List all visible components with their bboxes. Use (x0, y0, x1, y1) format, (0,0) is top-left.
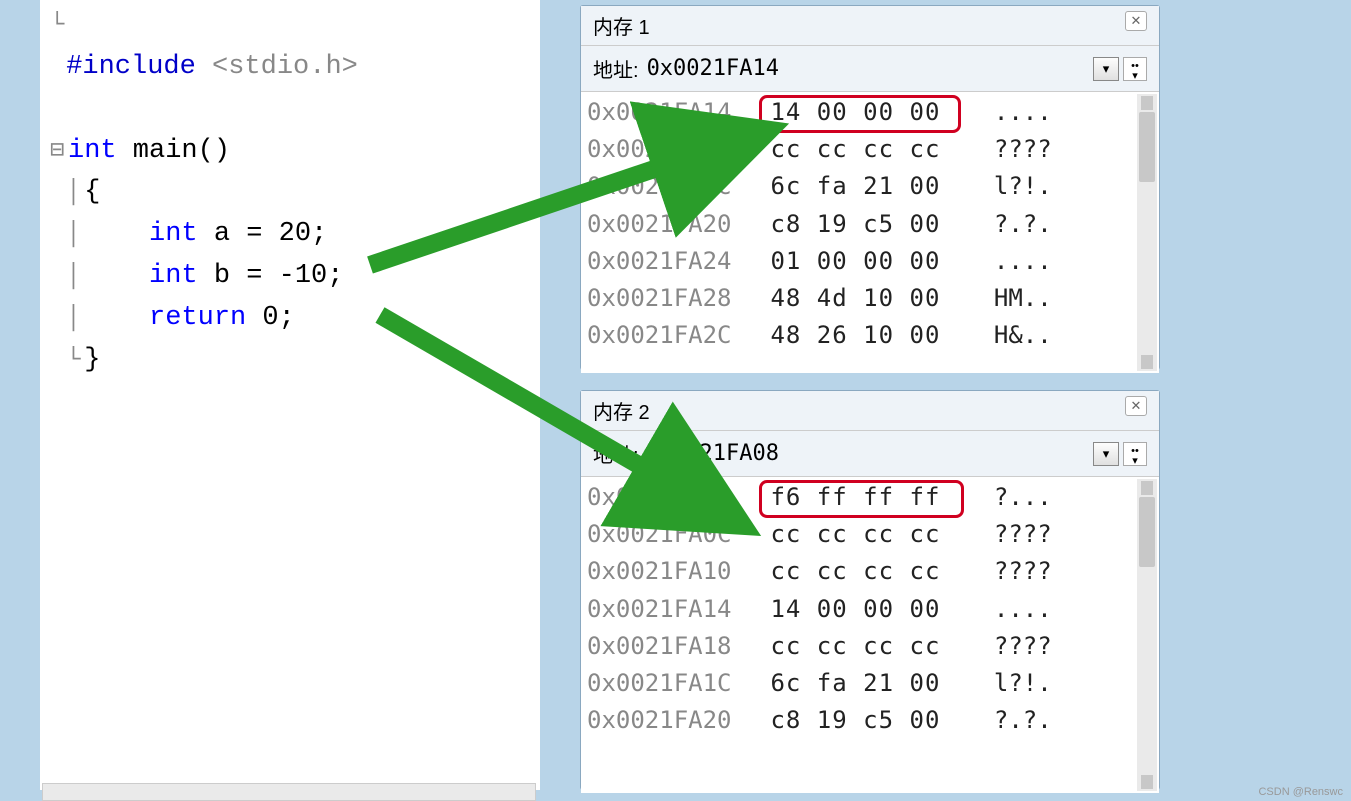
close-icon[interactable]: ✕ (1125, 396, 1147, 416)
memory-row[interactable]: 0x0021FA0C cc cc cc cc ???? (587, 516, 1153, 553)
address-cell: 0x0021FA1C (587, 665, 755, 702)
ascii-cell: ?.?. (965, 206, 1052, 243)
memory-row[interactable]: 0x0021FA10 cc cc cc cc ???? (587, 553, 1153, 590)
address-input[interactable]: 0x0021FA14 (647, 56, 1093, 81)
horizontal-scrollbar[interactable] (42, 783, 536, 801)
memory-2-title: 内存 2 ✕ (581, 391, 1159, 431)
vertical-scrollbar[interactable] (1137, 479, 1157, 791)
bytes-cell: cc cc cc cc (755, 516, 965, 553)
address-label: 地址: (593, 439, 639, 468)
ascii-cell: .... (965, 243, 1052, 280)
vertical-scrollbar[interactable] (1137, 94, 1157, 371)
memory-row[interactable]: 0x0021FA20 c8 19 c5 00 ?.?. (587, 206, 1153, 243)
brace-close: } (84, 345, 100, 375)
address-cell: 0x0021FA0C (587, 516, 755, 553)
ascii-cell: HM.. (965, 280, 1052, 317)
address-cell: 0x0021FA08 (587, 479, 755, 516)
address-cell: 0x0021FA20 (587, 702, 755, 739)
address-input[interactable]: 0x0021FA08 (647, 441, 1093, 466)
menu-icon[interactable]: ••▾ (1123, 442, 1147, 466)
memory-row[interactable]: 0x0021FA2C 48 26 10 00 H&.. (587, 317, 1153, 354)
ascii-cell: l?!. (965, 665, 1052, 702)
menu-icon[interactable]: ••▾ (1123, 57, 1147, 81)
include-header: <stdio.h> (212, 52, 358, 82)
close-icon[interactable]: ✕ (1125, 11, 1147, 31)
panel-title-text: 内存 1 (593, 17, 650, 39)
memory-row[interactable]: 0x0021FA14 14 00 00 00 .... (587, 94, 1153, 131)
memory-1-title: 内存 1 ✕ (581, 6, 1159, 46)
bytes-cell: 48 4d 10 00 (755, 280, 965, 317)
val-neg10: -10 (279, 261, 328, 291)
ascii-cell: ???? (965, 516, 1052, 553)
panel-title-text: 内存 2 (593, 402, 650, 424)
ascii-cell: .... (965, 94, 1052, 131)
memory-row[interactable]: 0x0021FA1C 6c fa 21 00 l?!. (587, 665, 1153, 702)
memory-row[interactable]: 0x0021FA18 cc cc cc cc ???? (587, 131, 1153, 168)
address-cell: 0x0021FA18 (587, 131, 755, 168)
kw-int: int (68, 136, 117, 166)
address-cell: 0x0021FA10 (587, 553, 755, 590)
bytes-cell: 01 00 00 00 (755, 243, 965, 280)
memory-row[interactable]: 0x0021FA18 cc cc cc cc ???? (587, 628, 1153, 665)
kw-int: int (84, 261, 197, 291)
memory-2-body: 0x0021FA08 f6 ff ff ff ?...0x0021FA0C cc… (581, 477, 1159, 793)
ascii-cell: ?.?. (965, 702, 1052, 739)
decl-a: a = (198, 219, 279, 249)
ret-0: 0 (246, 303, 278, 333)
chevron-down-icon[interactable]: ▾ (1093, 57, 1119, 81)
bytes-cell: cc cc cc cc (755, 553, 965, 590)
kw-int: int (84, 219, 197, 249)
memory-row[interactable]: 0x0021FA1C 6c fa 21 00 l?!. (587, 168, 1153, 205)
address-cell: 0x0021FA1C (587, 168, 755, 205)
bytes-cell: f6 ff ff ff (755, 479, 965, 516)
watermark: CSDN @Renswc (1258, 786, 1343, 798)
memory-2-address-bar: 地址: 0x0021FA08 ▾ ••▾ (581, 431, 1159, 477)
address-cell: 0x0021FA20 (587, 206, 755, 243)
bytes-cell: 14 00 00 00 (755, 591, 965, 628)
decl-b: b = (198, 261, 279, 291)
memory-row[interactable]: 0x0021FA20 c8 19 c5 00 ?.?. (587, 702, 1153, 739)
memory-row[interactable]: 0x0021FA14 14 00 00 00 .... (587, 591, 1153, 628)
bytes-cell: 14 00 00 00 (755, 94, 965, 131)
address-cell: 0x0021FA14 (587, 591, 755, 628)
val-20: 20 (279, 219, 311, 249)
address-cell: 0x0021FA28 (587, 280, 755, 317)
memory-row[interactable]: 0x0021FA24 01 00 00 00 .... (587, 243, 1153, 280)
memory-row[interactable]: 0x0021FA08 f6 ff ff ff ?... (587, 479, 1153, 516)
memory-row[interactable]: 0x0021FA28 48 4d 10 00 HM.. (587, 280, 1153, 317)
ascii-cell: ?... (965, 479, 1052, 516)
bytes-cell: 6c fa 21 00 (755, 665, 965, 702)
brace-open: { (84, 177, 100, 207)
main-fn: main() (117, 136, 230, 166)
ascii-cell: ???? (965, 131, 1052, 168)
memory-panel-1: 内存 1 ✕ 地址: 0x0021FA14 ▾ ••▾ 0x0021FA14 1… (580, 5, 1160, 370)
memory-1-address-bar: 地址: 0x0021FA14 ▾ ••▾ (581, 46, 1159, 92)
bytes-cell: 48 26 10 00 (755, 317, 965, 354)
ascii-cell: ???? (965, 628, 1052, 665)
ascii-cell: l?!. (965, 168, 1052, 205)
address-label: 地址: (593, 54, 639, 83)
bytes-cell: 6c fa 21 00 (755, 168, 965, 205)
address-cell: 0x0021FA18 (587, 628, 755, 665)
bytes-cell: cc cc cc cc (755, 628, 965, 665)
bytes-cell: c8 19 c5 00 (755, 702, 965, 739)
memory-1-body: 0x0021FA14 14 00 00 00 ....0x0021FA18 cc… (581, 92, 1159, 373)
address-cell: 0x0021FA24 (587, 243, 755, 280)
ascii-cell: ???? (965, 553, 1052, 590)
address-cell: 0x0021FA2C (587, 317, 755, 354)
ascii-cell: .... (965, 591, 1052, 628)
bytes-cell: cc cc cc cc (755, 131, 965, 168)
bytes-cell: c8 19 c5 00 (755, 206, 965, 243)
address-cell: 0x0021FA14 (587, 94, 755, 131)
kw-return: return (84, 303, 246, 333)
include-directive: #include (66, 52, 196, 82)
chevron-down-icon[interactable]: ▾ (1093, 442, 1119, 466)
ascii-cell: H&.. (965, 317, 1052, 354)
memory-panel-2: 内存 2 ✕ 地址: 0x0021FA08 ▾ ••▾ 0x0021FA08 f… (580, 390, 1160, 790)
code-editor[interactable]: └ #include <stdio.h> ⊟int main() │{ │ in… (40, 0, 540, 790)
